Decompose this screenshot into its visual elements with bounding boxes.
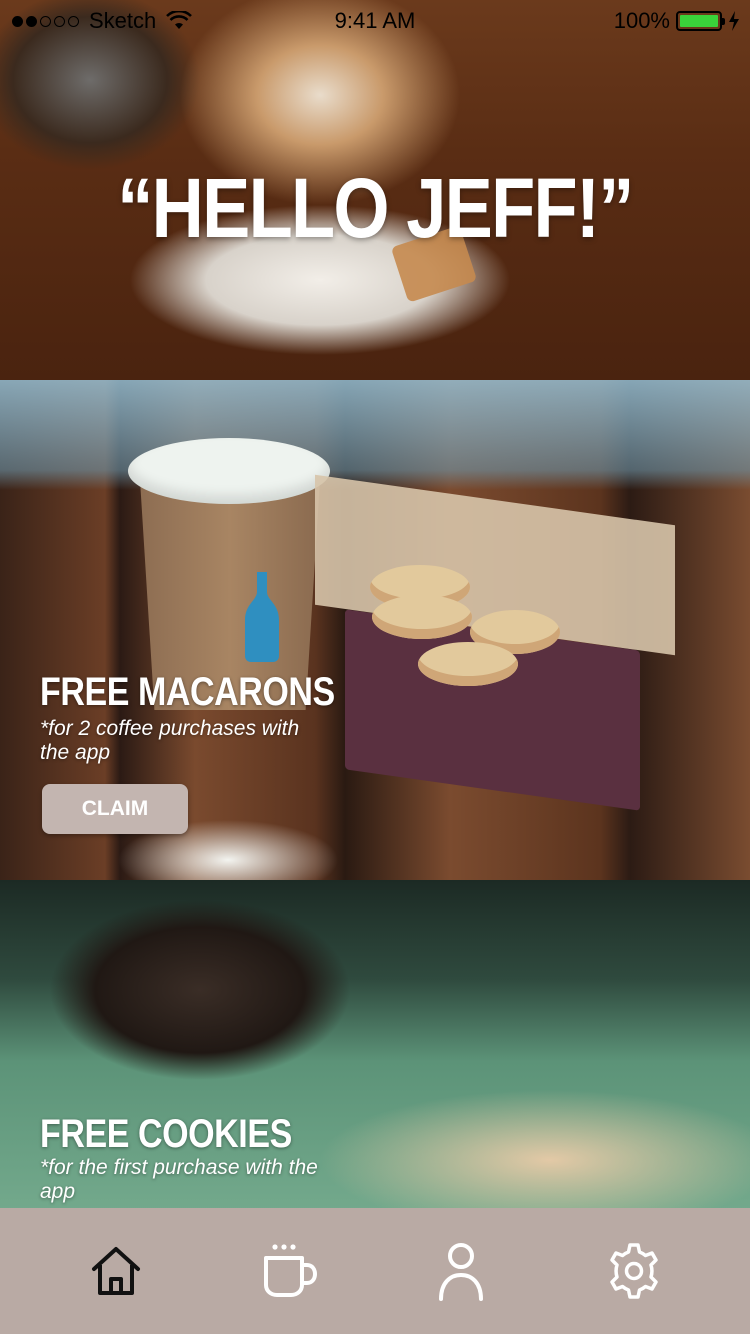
- status-right: 100%: [614, 8, 740, 34]
- offer-note: *for 2 coffee purchases with the app: [40, 717, 300, 764]
- photo-cup-lid: [128, 438, 330, 504]
- offer-title: FREE COOKIES: [40, 1112, 292, 1156]
- battery-fill: [680, 15, 718, 27]
- hero-banner: “HELLO JEFF!”: [0, 0, 750, 380]
- tab-bar: [0, 1208, 750, 1334]
- user-icon: [439, 1243, 484, 1301]
- photo-macaron: [418, 642, 518, 686]
- battery-percent: 100%: [613, 8, 670, 33]
- offer-card-macarons[interactable]: FREE MACARONS *for 2 coffee purchases wi…: [0, 380, 750, 880]
- tab-settings[interactable]: [584, 1221, 684, 1321]
- battery-icon: [676, 11, 725, 31]
- tab-home[interactable]: [66, 1221, 166, 1321]
- offer-card-cookies[interactable]: FREE COOKIES *for the first purchase wit…: [0, 880, 750, 1210]
- status-bar: Sketch 9:41 AM 100%: [0, 0, 750, 40]
- greeting-title: “HELLO JEFF!”: [117, 161, 634, 255]
- offer-title: FREE MACARONS: [40, 670, 335, 714]
- tab-profile[interactable]: [411, 1221, 511, 1321]
- tab-coffee[interactable]: [239, 1221, 339, 1321]
- gear-icon: [610, 1243, 658, 1299]
- home-icon: [92, 1247, 141, 1295]
- offer-note: *for the first purchase with the app: [40, 1156, 318, 1203]
- coffee-cup-icon: [263, 1244, 317, 1297]
- bottle-logo-icon: [245, 572, 279, 662]
- claim-button[interactable]: CLAIM: [42, 784, 188, 834]
- photo-macaron: [372, 595, 472, 639]
- charging-bolt-icon: [729, 11, 739, 31]
